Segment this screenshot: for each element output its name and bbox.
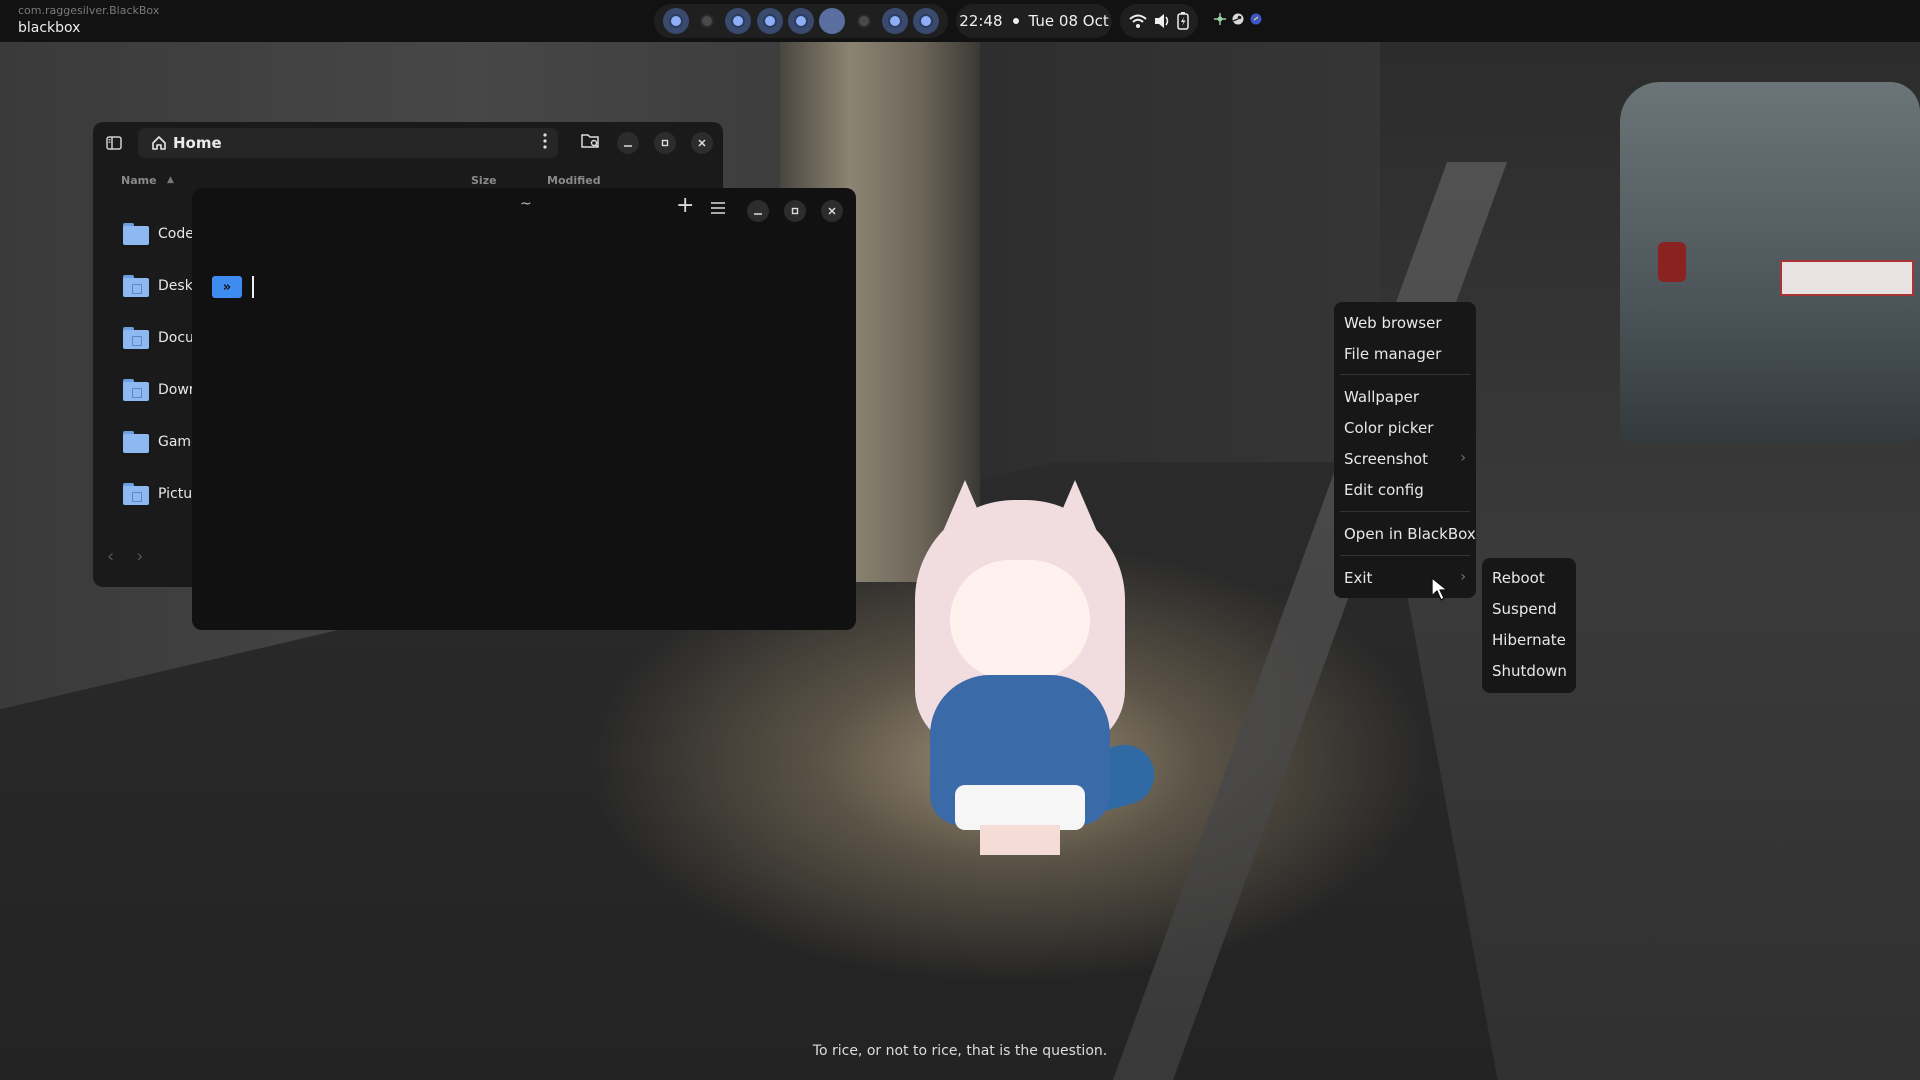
file-row-partial[interactable] (123, 518, 149, 528)
column-header-name[interactable]: Name (121, 174, 157, 187)
terminal-close-button[interactable] (821, 200, 843, 222)
mascot-character (885, 480, 1162, 860)
menu-item-screenshot[interactable]: Screenshot (1344, 450, 1428, 468)
file-row-desktop[interactable]: Deskt (123, 266, 198, 306)
downloads-folder-icon (123, 379, 149, 401)
chevron-right-icon: › (1460, 450, 1466, 466)
file-row-downloads[interactable]: Dowr (123, 370, 198, 410)
volume-icon (1153, 13, 1171, 29)
mascot-face (950, 560, 1090, 680)
battery-charging-icon (1177, 12, 1189, 30)
file-manager-header: Home (93, 122, 723, 164)
exit-submenu: Reboot Suspend Hibernate Shutdown (1482, 558, 1576, 693)
location-label: Home (173, 134, 222, 152)
back-arrow-icon[interactable]: ‹ (107, 546, 114, 567)
pictures-folder-icon (123, 483, 149, 505)
wallpaper-car-plate (1780, 260, 1914, 296)
minimize-button[interactable] (617, 132, 639, 154)
workspace-4[interactable] (756, 8, 783, 34)
clock-date: Tue 08 Oct (1028, 12, 1109, 30)
file-row-documents[interactable]: Docu (123, 318, 198, 358)
app-tray-icon[interactable] (1214, 10, 1226, 29)
sort-ascending-icon: ▲ (167, 175, 174, 185)
workspace-9[interactable] (913, 8, 940, 34)
menu-separator (1340, 374, 1470, 375)
mouse-pointer-icon (1430, 576, 1450, 606)
forward-arrow-icon[interactable]: › (136, 546, 143, 567)
terminal-maximize-button[interactable] (784, 200, 806, 222)
clock-time: 22:48 (959, 12, 1003, 30)
column-header-size[interactable]: Size (471, 174, 497, 187)
menu-item-edit-config[interactable]: Edit config (1344, 481, 1424, 499)
active-app-name: blackbox (18, 20, 81, 36)
mascot-legs (980, 825, 1060, 855)
folder-icon (123, 518, 149, 528)
home-icon (151, 135, 167, 155)
steam-icon[interactable] (1232, 10, 1244, 29)
submenu-item-shutdown[interactable]: Shutdown (1492, 662, 1567, 680)
desktop-context-menu: Web browser File manager Wallpaper Color… (1334, 302, 1476, 598)
menu-item-open-in-blackbox[interactable]: Open in BlackBox (1344, 525, 1476, 543)
workspace-2[interactable] (694, 8, 720, 34)
hamburger-menu-icon[interactable] (710, 200, 726, 219)
workspace-switcher (654, 4, 948, 38)
workspace-6[interactable] (819, 8, 846, 34)
active-app-id: com.raggesilver.BlackBox (18, 4, 160, 17)
terminal-minimize-button[interactable] (747, 200, 769, 222)
menu-separator (1340, 511, 1470, 512)
file-row-pictures[interactable]: Pictu (123, 474, 198, 514)
terminal-title: ~ (520, 196, 532, 212)
system-status[interactable] (1120, 4, 1198, 38)
close-button[interactable] (691, 132, 713, 154)
file-row-code[interactable]: Code (123, 214, 198, 254)
folder-icon (123, 431, 149, 453)
top-bar: com.raggesilver.BlackBox blackbox 22:48 … (0, 0, 1920, 42)
menu-item-color-picker[interactable]: Color picker (1344, 419, 1433, 437)
workspace-5[interactable] (787, 8, 814, 34)
menu-item-wallpaper[interactable]: Wallpaper (1344, 388, 1419, 406)
column-header-modified[interactable]: Modified (547, 174, 601, 187)
clock-separator (1012, 18, 1019, 24)
wallpaper-car-taillight (1658, 242, 1686, 282)
submenu-item-reboot[interactable]: Reboot (1492, 569, 1545, 587)
text-cursor (252, 276, 254, 298)
terminal-window[interactable]: ~ + » (192, 188, 856, 630)
submenu-item-hibernate[interactable]: Hibernate (1492, 631, 1566, 649)
folder-search-icon[interactable] (581, 132, 601, 154)
documents-folder-icon (123, 327, 149, 349)
submenu-item-suspend[interactable]: Suspend (1492, 600, 1557, 618)
menu-item-exit[interactable]: Exit (1344, 569, 1372, 587)
location-bar[interactable]: Home (138, 128, 558, 158)
shell-prompt-icon: » (212, 276, 242, 298)
discord-icon[interactable] (1250, 10, 1262, 29)
workspace-8[interactable] (881, 8, 908, 34)
sidebar-toggle-icon[interactable] (105, 134, 123, 152)
more-options-icon[interactable] (543, 132, 547, 154)
history-navigation: ‹ › (107, 546, 143, 567)
workspace-1[interactable] (662, 8, 689, 34)
desktop-folder-icon (123, 275, 149, 297)
mascot-skirt (955, 785, 1085, 830)
menu-separator (1340, 555, 1470, 556)
menu-item-web-browser[interactable]: Web browser (1344, 314, 1442, 332)
file-row-games[interactable]: Game (123, 422, 198, 462)
maximize-button[interactable] (654, 132, 676, 154)
new-tab-icon[interactable]: + (676, 193, 694, 218)
folder-icon (123, 223, 149, 245)
workspace-7[interactable] (851, 8, 877, 34)
desktop-quote: To rice, or not to rice, that is the que… (812, 1043, 1108, 1059)
clock-widget[interactable]: 22:48 Tue 08 Oct (956, 4, 1112, 38)
system-tray (1214, 10, 1262, 29)
wifi-icon (1129, 13, 1147, 29)
menu-item-file-manager[interactable]: File manager (1344, 345, 1441, 363)
chevron-right-icon: › (1460, 569, 1466, 585)
workspace-3[interactable] (725, 8, 752, 34)
